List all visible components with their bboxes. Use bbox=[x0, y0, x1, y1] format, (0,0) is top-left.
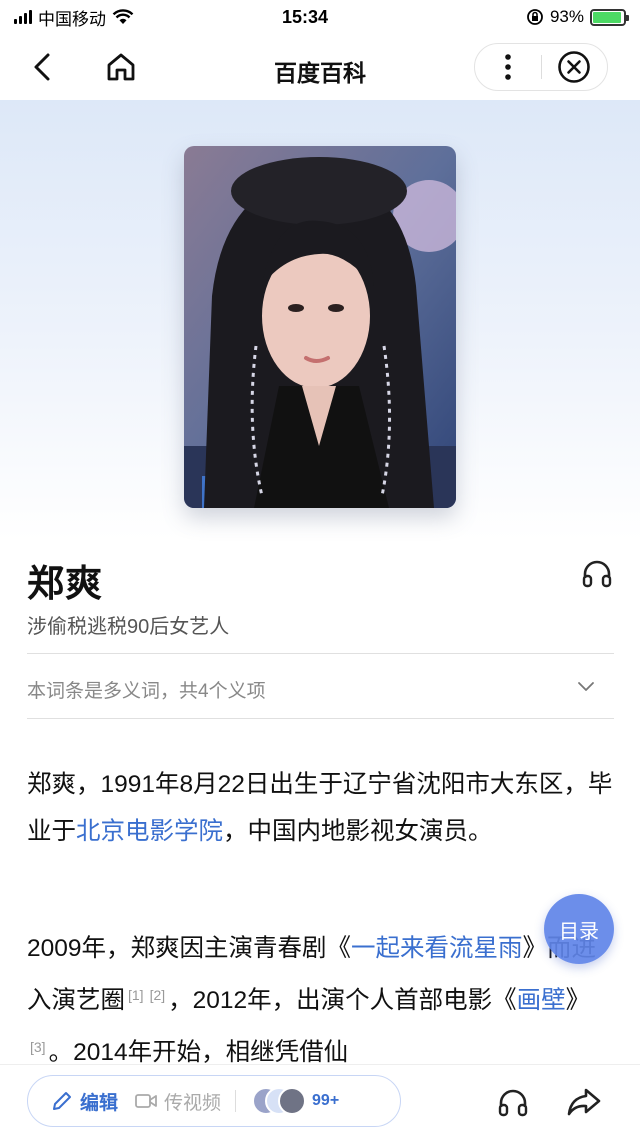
polysemy-note[interactable]: 本词条是多义词，共4个义项 bbox=[27, 676, 266, 703]
text: 。2014年开始，相继凭借仙 bbox=[48, 1039, 349, 1066]
video-camera-icon bbox=[135, 1094, 157, 1108]
pill-divider bbox=[235, 1090, 237, 1112]
pencil-icon bbox=[53, 1092, 71, 1110]
contributor-count: 99+ bbox=[312, 1092, 340, 1109]
close-circle-icon bbox=[558, 51, 591, 83]
more-button[interactable] bbox=[475, 44, 541, 90]
contributors-button[interactable]: 99+ bbox=[252, 1087, 339, 1115]
table-of-contents-button[interactable]: 目录 bbox=[544, 894, 614, 964]
edit-label: 编辑 bbox=[80, 1092, 119, 1114]
summary-paragraph-2: 2009年，郑爽因主演青春剧《一起来看流星雨》而进入演艺圈[1][2]，2012… bbox=[27, 925, 617, 1076]
action-pill: 编辑 传视频 99+ bbox=[27, 1075, 401, 1127]
text: ，2012年，出演个人首部电影《 bbox=[168, 987, 517, 1014]
miniapp-capsule bbox=[474, 43, 608, 91]
more-vertical-icon bbox=[504, 54, 511, 80]
status-left: 中国移动 bbox=[14, 5, 234, 30]
battery-percent: 93% bbox=[549, 7, 584, 26]
upload-video-button[interactable]: 传视频 bbox=[134, 1088, 221, 1115]
rotation-lock-icon bbox=[527, 9, 543, 25]
battery-icon bbox=[590, 8, 629, 26]
carrier-name: 中国移动 bbox=[38, 9, 106, 29]
divider bbox=[27, 718, 614, 719]
wifi-icon bbox=[112, 9, 134, 24]
contributor-avatars bbox=[252, 1087, 307, 1115]
close-button[interactable] bbox=[542, 44, 608, 90]
reference-3[interactable]: [3] bbox=[30, 1039, 46, 1055]
headphones-icon[interactable] bbox=[580, 556, 614, 590]
summary-paragraph-1: 郑爽，1991年8月22日出生于辽宁省沈阳市大东区，毕业于北京电影学院，中国内地… bbox=[27, 761, 617, 855]
avatar bbox=[278, 1087, 307, 1115]
text: 2009年，郑爽因主演青春剧《 bbox=[27, 935, 352, 962]
link-meteor-garden[interactable]: 一起来看流星雨 bbox=[351, 935, 523, 962]
link-beijing-film-academy[interactable]: 北京电影学院 bbox=[76, 818, 223, 845]
home-icon[interactable] bbox=[104, 50, 138, 84]
share-icon[interactable] bbox=[566, 1085, 602, 1119]
nav-bar: 百度百科 bbox=[0, 34, 640, 100]
portrait-photo[interactable] bbox=[184, 146, 456, 508]
reference-1[interactable]: [1] bbox=[128, 987, 144, 1003]
status-time: 15:34 bbox=[281, 6, 329, 27]
entry-title: 郑爽 bbox=[27, 563, 103, 604]
status-right: 93% bbox=[406, 7, 629, 27]
headphones-icon[interactable] bbox=[496, 1085, 530, 1119]
chevron-down-icon[interactable] bbox=[576, 676, 596, 696]
status-bar: 中国移动 15:34 93% bbox=[0, 0, 640, 34]
text: 》 bbox=[565, 987, 591, 1014]
reference-2[interactable]: [2] bbox=[150, 987, 166, 1003]
portrait-image bbox=[184, 146, 456, 508]
back-arrow-icon[interactable] bbox=[26, 50, 60, 84]
upload-video-label: 传视频 bbox=[164, 1092, 222, 1114]
text: ，中国内地影视女演员。 bbox=[223, 818, 493, 845]
entry-subtitle: 涉偷税逃税90后女艺人 bbox=[27, 616, 230, 638]
cellular-signal-icon bbox=[14, 10, 32, 24]
link-painted-skin[interactable]: 画壁 bbox=[517, 987, 566, 1014]
divider bbox=[27, 653, 614, 654]
bottom-bar: 编辑 传视频 99+ bbox=[0, 1064, 640, 1138]
edit-button[interactable]: 编辑 bbox=[50, 1088, 118, 1115]
